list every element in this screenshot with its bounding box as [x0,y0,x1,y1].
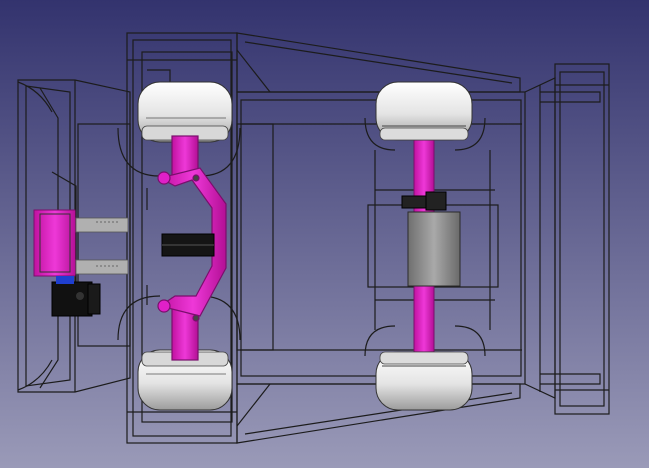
rear-right-wheel[interactable] [375,351,473,411]
model-canvas[interactable] [0,0,649,468]
3d-viewport[interactable] [0,0,649,468]
viewport-background [0,0,649,468]
front-left-wheel[interactable] [137,81,233,143]
steering-servo-horn [161,233,215,257]
rear-left-wheel[interactable] [375,81,473,141]
